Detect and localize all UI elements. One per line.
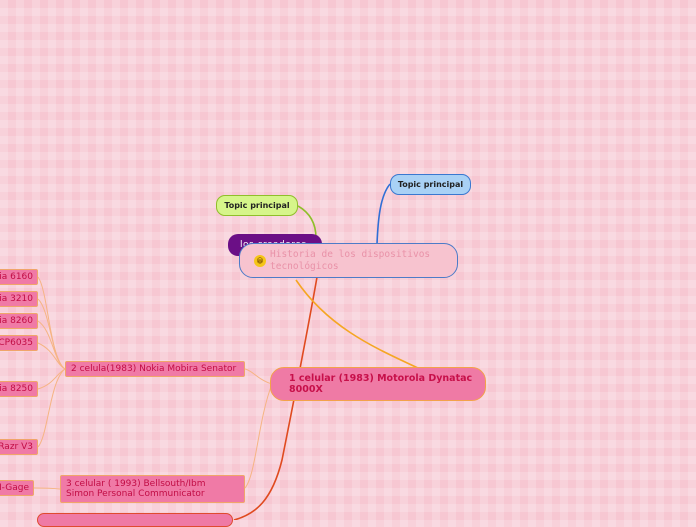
topic-principal-blue[interactable]: Topic principal [390, 174, 471, 195]
subtopic-simon[interactable]: 3 celular ( 1993) Bellsouth/Ibm Simon Pe… [60, 475, 245, 503]
link-blue [376, 183, 391, 245]
topic-label: Topic principal [224, 201, 290, 210]
central-topic[interactable]: 😀 Historia de los dispositivos tecnológi… [239, 243, 458, 278]
leaf-node[interactable]: cia 8250 [0, 381, 38, 397]
leaf-label: Razr V3 [0, 442, 33, 452]
leaf-node[interactable]: cia 6160 [0, 269, 38, 285]
topic-node-cropped[interactable] [37, 513, 233, 527]
central-topic-label: Historia de los dispositivos tecnológico… [270, 248, 431, 272]
leaf-label: N-Gage [0, 483, 29, 493]
subtopic-label: 3 celular ( 1993) Bellsouth/Ibm Simon Pe… [66, 479, 206, 499]
link-sub-leaf-5 [37, 368, 66, 390]
leaf-node[interactable]: Razr V3 [0, 439, 38, 455]
leaf-node[interactable]: cia 8260 [0, 313, 38, 329]
subtopic-label: 2 celula(1983) Nokia Mobira Senator [71, 364, 237, 374]
link-sub-leaf-1 [37, 276, 66, 370]
link-main-sub1 [244, 368, 273, 385]
leaf-label: cia 8250 [0, 384, 33, 394]
main-topic-node[interactable]: 1 celular (1983) Motorola Dynatac 8000X [270, 367, 486, 401]
topic-label: Topic principal [397, 180, 464, 189]
leaf-label: CP6035 [0, 338, 33, 348]
smiley-icon: 😀 [254, 254, 266, 267]
leaf-label: cia 8260 [0, 316, 33, 326]
leaf-label: cia 6160 [0, 272, 33, 282]
leaf-node[interactable]: CP6035 [0, 335, 38, 351]
leaf-node[interactable]: cia 3210 [0, 291, 38, 307]
leaf-node[interactable]: N-Gage [0, 480, 34, 496]
main-topic-label: 1 celular (1983) Motorola Dynatac 8000X [289, 373, 473, 395]
topic-principal-green[interactable]: Topic principal [216, 195, 298, 216]
link-sub-leaf-4 [37, 342, 66, 370]
subtopic-nokia-mobira[interactable]: 2 celula(1983) Nokia Mobira Senator [65, 361, 245, 377]
link-sub2-leaf [33, 487, 61, 490]
leaf-label: cia 3210 [0, 294, 33, 304]
link-sub-leaf-6 [37, 368, 66, 448]
link-main-sub2 [244, 383, 273, 489]
